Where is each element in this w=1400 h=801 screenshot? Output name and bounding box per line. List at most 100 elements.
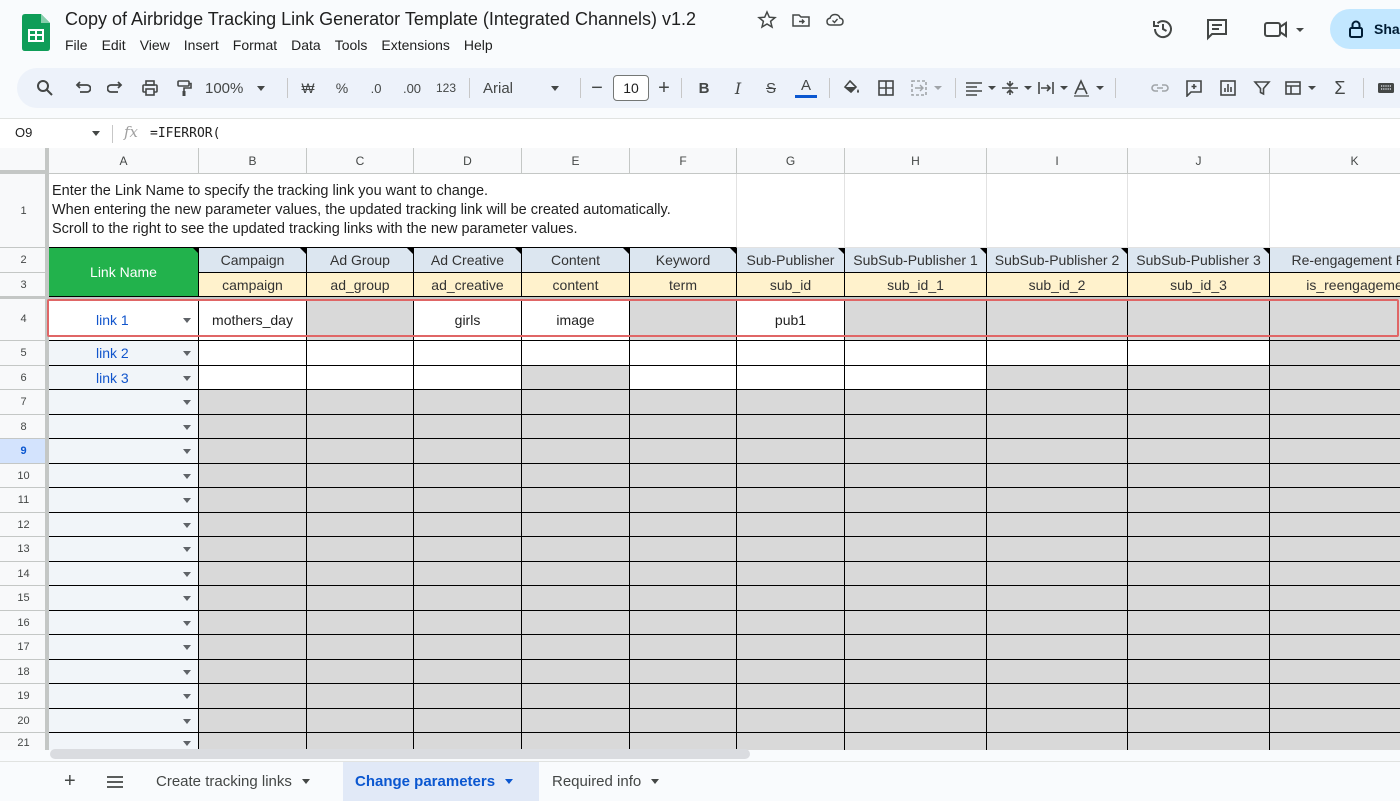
column-header-j[interactable]: J	[1128, 148, 1270, 174]
row-header-2[interactable]: 2	[0, 248, 48, 273]
row-header-1[interactable]: 1	[0, 174, 48, 248]
decrease-decimal-button[interactable]: .0	[363, 68, 389, 108]
meet-video-icon[interactable]	[1262, 16, 1308, 42]
chevron-down-icon[interactable]	[183, 694, 191, 699]
keyboard-icon[interactable]	[1373, 68, 1399, 108]
param-value-cell[interactable]	[307, 366, 414, 390]
vertical-align-icon[interactable]	[999, 68, 1037, 108]
chevron-down-icon[interactable]	[183, 669, 191, 675]
font-select[interactable]: Arial	[483, 68, 575, 108]
chevron-down-icon[interactable]	[183, 498, 191, 503]
name-box[interactable]: O9	[15, 125, 32, 140]
column-header-a[interactable]: A	[49, 148, 199, 174]
bold-icon[interactable]: B	[693, 68, 715, 108]
column-header-b[interactable]: B	[199, 148, 307, 174]
link-name-dropdown[interactable]	[49, 439, 199, 464]
link-name-dropdown[interactable]: link 3	[49, 366, 199, 390]
row-header-8[interactable]: 8	[0, 415, 48, 439]
link-name-dropdown[interactable]	[49, 562, 199, 586]
chevron-down-icon[interactable]	[183, 571, 191, 577]
menu-edit[interactable]: Edit	[102, 37, 126, 53]
chevron-down-icon[interactable]	[183, 645, 191, 650]
all-sheets-icon[interactable]	[94, 762, 136, 801]
row-header-15[interactable]: 15	[0, 586, 48, 611]
chevron-down-icon[interactable]	[183, 351, 191, 356]
link-name-dropdown[interactable]	[49, 390, 199, 415]
filter-views-icon[interactable]	[1281, 68, 1323, 108]
chevron-down-icon[interactable]	[183, 375, 191, 381]
chevron-down-icon[interactable]	[183, 473, 191, 479]
font-size-input[interactable]: 10	[613, 75, 649, 101]
functions-icon[interactable]: Σ	[1327, 68, 1353, 108]
paint-format-icon[interactable]	[171, 68, 197, 108]
chevron-down-icon[interactable]	[183, 547, 191, 552]
text-wrapping-icon[interactable]	[1035, 68, 1073, 108]
link-name-dropdown[interactable]	[49, 684, 199, 709]
row-header-19[interactable]: 19	[0, 684, 48, 709]
row-header-17[interactable]: 17	[0, 635, 48, 660]
link-name-dropdown[interactable]	[49, 586, 199, 611]
row-header-5[interactable]: 5	[0, 341, 48, 366]
row-header-16[interactable]: 16	[0, 611, 48, 635]
sheet-tab-change-parameters[interactable]: Change parameters	[343, 762, 539, 801]
menu-format[interactable]: Format	[233, 37, 277, 53]
insert-comment-icon[interactable]	[1181, 68, 1207, 108]
increase-decimal-button[interactable]: .00	[397, 68, 427, 108]
param-value-cell[interactable]	[737, 341, 845, 366]
chevron-down-icon[interactable]	[183, 449, 191, 454]
move-folder-icon[interactable]	[791, 10, 811, 30]
text-color-icon[interactable]: A	[793, 68, 819, 108]
filter-icon[interactable]	[1249, 68, 1275, 108]
link-name-dropdown[interactable]	[49, 611, 199, 635]
link-name-dropdown[interactable]	[49, 415, 199, 439]
param-value-cell[interactable]	[987, 341, 1128, 366]
undo-icon[interactable]	[69, 68, 95, 108]
insert-chart-icon[interactable]	[1215, 68, 1241, 108]
column-header-d[interactable]: D	[414, 148, 522, 174]
horizontal-scrollbar[interactable]	[50, 749, 750, 759]
chevron-down-icon[interactable]	[92, 131, 100, 136]
text-rotation-icon[interactable]	[1071, 68, 1109, 108]
select-all-corner[interactable]	[0, 148, 49, 174]
menu-help[interactable]: Help	[464, 37, 493, 53]
menu-view[interactable]: View	[140, 37, 170, 53]
param-value-cell[interactable]	[845, 366, 987, 390]
row-header-20[interactable]: 20	[0, 709, 48, 733]
insert-link-icon[interactable]	[1147, 68, 1173, 108]
chevron-down-icon[interactable]	[183, 740, 191, 746]
italic-icon[interactable]: I	[727, 68, 749, 108]
more-formats-button[interactable]: 123	[431, 68, 461, 108]
row-header-18[interactable]: 18	[0, 660, 48, 684]
link-name-dropdown[interactable]	[49, 733, 199, 750]
row-header-11[interactable]: 11	[0, 488, 48, 513]
chevron-down-icon[interactable]	[183, 522, 191, 528]
row-header-4[interactable]: 4	[0, 297, 48, 341]
link-name-dropdown[interactable]	[49, 464, 199, 488]
cloud-saved-icon[interactable]	[825, 10, 845, 30]
version-history-icon[interactable]	[1150, 16, 1176, 42]
horizontal-align-icon[interactable]	[963, 68, 1001, 108]
currency-format-button[interactable]: ₩	[297, 68, 319, 108]
param-value-cell[interactable]	[307, 341, 414, 366]
link-name-dropdown[interactable]	[49, 488, 199, 513]
chevron-down-icon[interactable]	[183, 620, 191, 626]
formula-input[interactable]: =IFERROR(	[150, 126, 220, 141]
row-header-21[interactable]: 21	[0, 733, 48, 750]
chevron-down-icon[interactable]	[183, 596, 191, 601]
sheets-logo-icon[interactable]	[22, 14, 50, 51]
row-header-7[interactable]: 7	[0, 390, 48, 415]
chevron-down-icon[interactable]	[183, 424, 191, 430]
menu-insert[interactable]: Insert	[184, 37, 219, 53]
menu-file[interactable]: File	[65, 37, 88, 53]
sheet-tab-required-info[interactable]: Required info	[540, 762, 671, 801]
zoom-select[interactable]: 100%	[205, 68, 275, 108]
row-header-12[interactable]: 12	[0, 513, 48, 537]
column-header-c[interactable]: C	[307, 148, 414, 174]
param-value-cell[interactable]	[199, 341, 307, 366]
param-value-cell[interactable]	[630, 366, 737, 390]
decrease-font-size-icon[interactable]: −	[588, 68, 606, 108]
document-title[interactable]: Copy of Airbridge Tracking Link Generato…	[65, 9, 696, 30]
param-value-cell[interactable]	[414, 366, 522, 390]
link-name-dropdown[interactable]: link 2	[49, 341, 199, 366]
param-value-cell[interactable]	[199, 366, 307, 390]
